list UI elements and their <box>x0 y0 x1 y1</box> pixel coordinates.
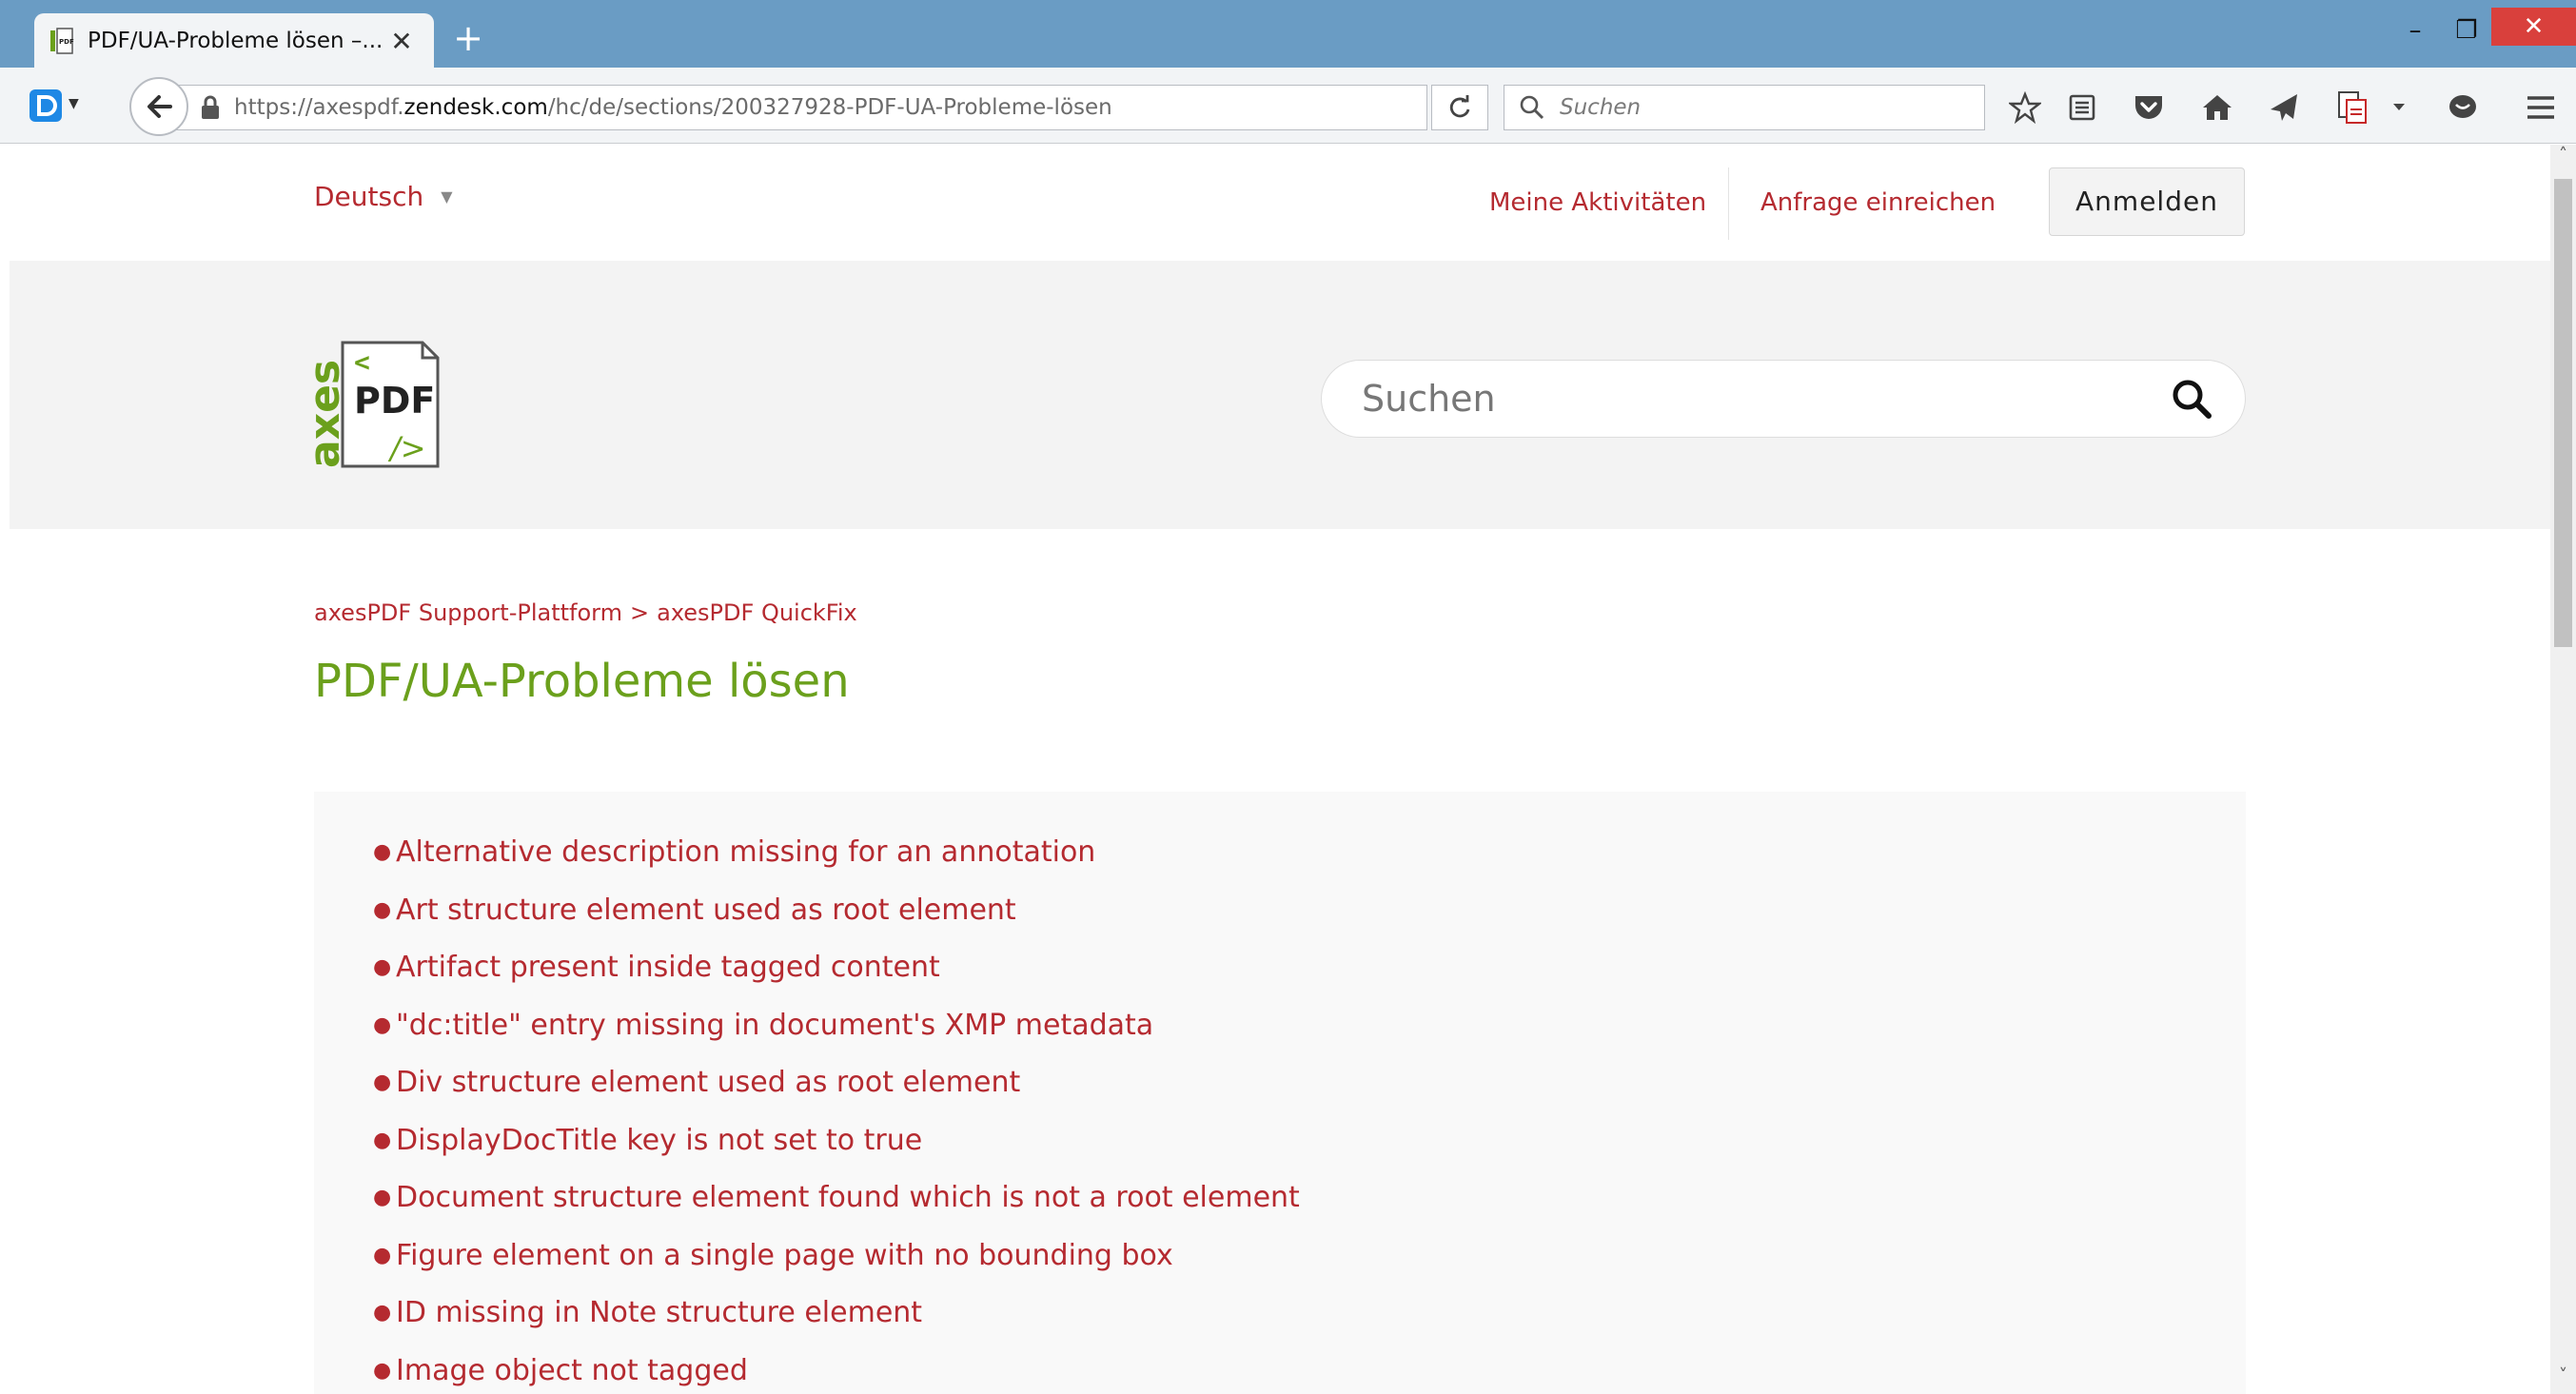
list-item[interactable]: ● Div structure element used as root elem… <box>373 1064 1300 1122</box>
pdf-convert-dropdown-icon[interactable] <box>2385 88 2413 127</box>
breadcrumb: axesPDF Support-Plattform > axesPDF QuickF… <box>314 599 857 626</box>
search-icon <box>1518 93 1546 122</box>
bookmark-star-icon[interactable] <box>2006 88 2044 127</box>
send-icon[interactable] <box>2265 88 2303 127</box>
submit-request-link[interactable]: Anfrage einreichen <box>1760 188 1996 217</box>
bullet-icon: ● <box>373 1243 392 1267</box>
list-item[interactable]: ● Figure element on a single page with no… <box>373 1237 1300 1295</box>
article-link[interactable]: Image object not tagged <box>396 1352 748 1394</box>
logo-side-text: axes <box>310 360 349 468</box>
back-button[interactable] <box>129 77 188 136</box>
list-item[interactable]: ● DisplayDocTitle key is not set to true <box>373 1122 1300 1180</box>
breadcrumb-item-quickfix[interactable]: axesPDF QuickFix <box>657 599 857 626</box>
url-bar[interactable]: https://axespdf.zendesk.com/hc/de/sectio… <box>171 85 1583 130</box>
tab-title: PDF/UA-Probleme lösen –... <box>88 29 383 53</box>
list-item[interactable]: ● Art structure element used as root elem… <box>373 892 1300 950</box>
page-content: Deutsch ▼ Meine Aktivitäten Anfrage einr… <box>10 145 2550 1394</box>
scroll-up-icon[interactable]: ˄ <box>2550 145 2576 173</box>
article-link[interactable]: Figure element on a single page with no … <box>396 1237 1173 1295</box>
list-item[interactable]: ● "dc:title" entry missing in document's … <box>373 1007 1300 1065</box>
article-list-container: ● Alternative description missing for an … <box>314 792 2246 1394</box>
language-label: Deutsch <box>314 181 424 212</box>
url-domain: zendesk.com <box>403 95 548 120</box>
window-close-button[interactable]: ✕ <box>2491 8 2576 46</box>
bullet-icon: ● <box>373 1301 392 1325</box>
bullet-icon: ● <box>373 897 392 922</box>
site-topbar: Deutsch ▼ Meine Aktivitäten Anfrage einr… <box>10 145 2550 261</box>
logo-doc-text: PDF <box>354 380 435 422</box>
bullet-icon: ● <box>373 1128 392 1152</box>
list-item[interactable]: ● ID missing in Note structure element <box>373 1294 1300 1352</box>
dashlane-dropdown-icon[interactable]: ▼ <box>69 96 79 111</box>
page-title: PDF/UA-Probleme lösen <box>314 655 850 708</box>
help-center-search[interactable] <box>1321 360 2246 438</box>
browser-titlebar: PDF PDF/UA-Probleme lösen –... ✕ + – ❐ ✕ <box>0 0 2576 69</box>
article-link[interactable]: ID missing in Note structure element <box>396 1294 922 1352</box>
browser-search-input[interactable] <box>1560 95 1959 120</box>
lock-icon <box>200 95 221 120</box>
language-selector[interactable]: Deutsch ▼ <box>314 181 453 212</box>
axespdf-logo[interactable]: axes < PDF /> <box>301 339 443 470</box>
article-link[interactable]: DisplayDocTitle key is not set to true <box>396 1122 922 1180</box>
scrollbar-thumb[interactable] <box>2554 179 2572 647</box>
article-link[interactable]: "dc:title" entry missing in document's X… <box>396 1007 1153 1065</box>
login-button[interactable]: Anmelden <box>2049 167 2245 236</box>
browser-search-bar[interactable] <box>1504 85 1985 130</box>
tab-close-icon[interactable]: ✕ <box>384 26 419 57</box>
svg-text:PDF: PDF <box>59 38 74 46</box>
article-link[interactable]: Artifact present inside tagged content <box>396 949 940 1007</box>
breadcrumb-separator: > <box>630 599 650 626</box>
article-link[interactable]: Alternative description missing for an a… <box>396 834 1095 892</box>
bullet-icon: ● <box>373 955 392 979</box>
my-activities-link[interactable]: Meine Aktivitäten <box>1489 188 1706 217</box>
chevron-down-icon: ▼ <box>441 187 453 206</box>
reload-icon <box>1449 95 1470 118</box>
url-path: /hc/de/sections/200327928-PDF-UA-Problem… <box>547 95 1112 120</box>
article-link[interactable]: Div structure element used as root eleme… <box>396 1064 1020 1122</box>
browser-navbar: ▼ https://axespdf.zendesk.com/hc/de/sect… <box>0 68 2576 144</box>
home-icon[interactable] <box>2198 88 2236 127</box>
article-link[interactable]: Document structure element found which i… <box>396 1179 1300 1237</box>
list-item[interactable]: ● Alternative description missing for an … <box>373 834 1300 892</box>
bullet-icon: ● <box>373 1012 392 1037</box>
window-maximize-button[interactable]: ❐ <box>2444 11 2489 49</box>
list-item[interactable]: ● Document structure element found which … <box>373 1179 1300 1237</box>
back-arrow-icon <box>147 95 172 118</box>
bookmarks-list-icon[interactable] <box>2063 88 2101 127</box>
logo-angle-close: /> <box>387 430 426 466</box>
logo-angle-open: < <box>354 346 370 378</box>
help-center-search-input[interactable] <box>1362 378 2171 420</box>
axespdf-favicon-icon: PDF <box>49 27 74 55</box>
window-minimize-button[interactable]: – <box>2392 11 2438 49</box>
url-text: https://axespdf.zendesk.com/hc/de/sectio… <box>234 95 1112 120</box>
bullet-icon: ● <box>373 1186 392 1209</box>
reload-button[interactable] <box>1431 85 1488 130</box>
bullet-icon: ● <box>373 1358 392 1383</box>
new-tab-button[interactable]: + <box>447 17 489 59</box>
scroll-down-icon[interactable]: ˅ <box>2550 1365 2576 1394</box>
pdf-convert-icon[interactable] <box>2333 88 2371 127</box>
list-item[interactable]: ● Artifact present inside tagged content <box>373 949 1300 1007</box>
list-item[interactable]: ● Image object not tagged <box>373 1352 1300 1394</box>
chat-icon[interactable] <box>2444 88 2482 127</box>
breadcrumb-item-support-platform[interactable]: axesPDF Support-Plattform <box>314 599 622 626</box>
browser-tab[interactable]: PDF PDF/UA-Probleme lösen –... ✕ <box>34 13 434 69</box>
article-link[interactable]: Art structure element used as root eleme… <box>396 892 1016 950</box>
pocket-icon[interactable] <box>2130 88 2168 127</box>
search-icon[interactable] <box>2171 378 2212 420</box>
article-list: ● Alternative description missing for an … <box>373 834 1300 1394</box>
page-scrollbar[interactable]: ˄ ˅ <box>2550 145 2576 1394</box>
hamburger-menu-icon[interactable] <box>2522 88 2560 127</box>
topbar-divider <box>1728 167 1729 240</box>
url-prefix: https://axespdf. <box>234 95 404 120</box>
bullet-icon: ● <box>373 1070 392 1094</box>
bullet-icon: ● <box>373 840 392 864</box>
dashlane-icon[interactable] <box>29 88 63 123</box>
hero-section: axes < PDF /> <box>10 261 2550 529</box>
